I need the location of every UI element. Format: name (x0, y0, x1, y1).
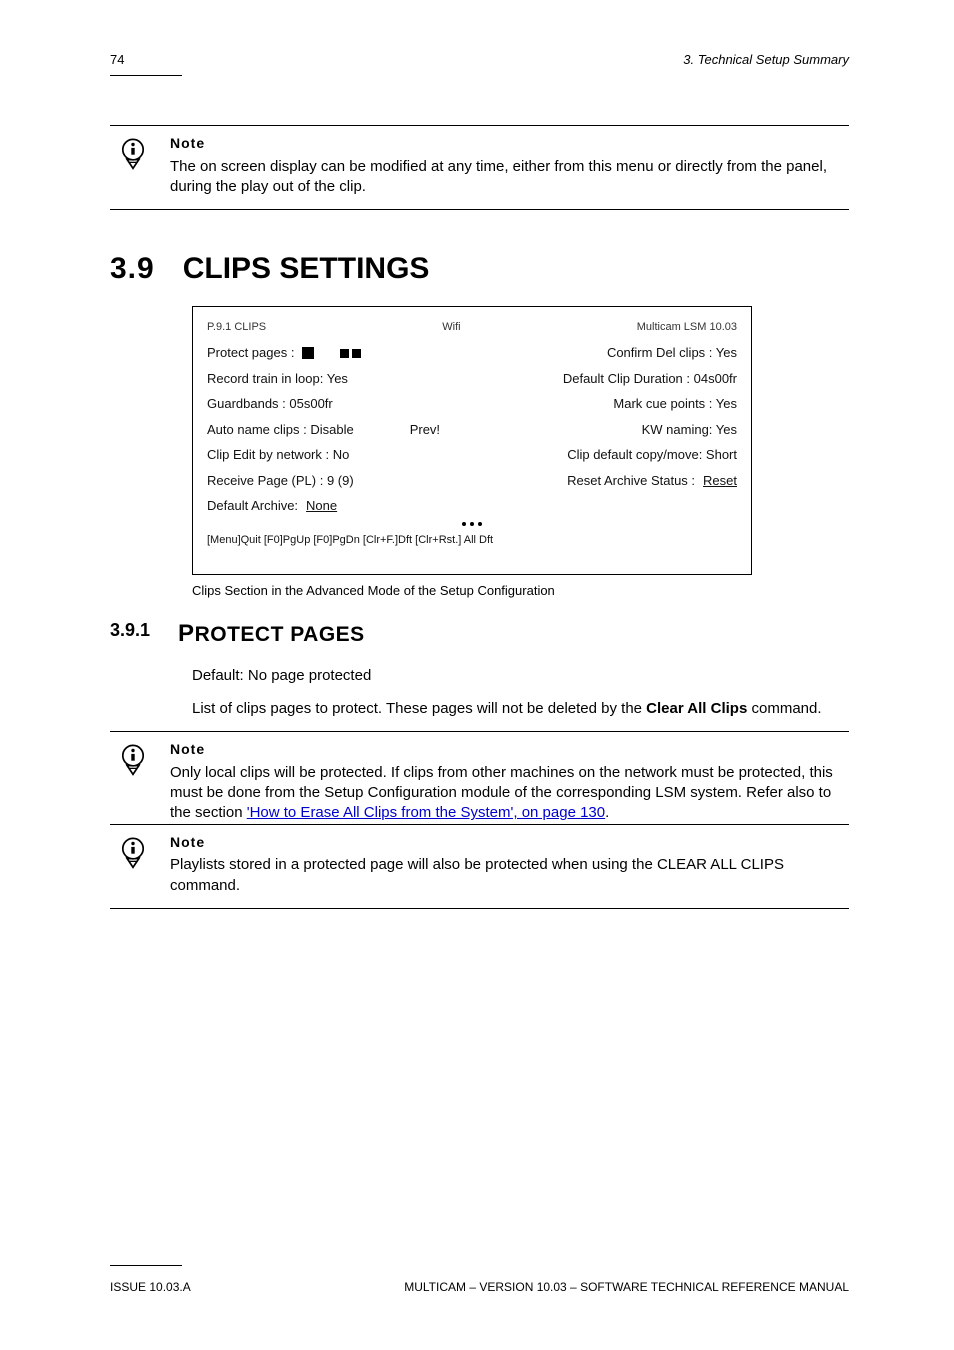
note-icon (116, 835, 150, 869)
figure-box: P.9.1 CLIPS Wifi Multicam LSM 10.03 Prot… (192, 306, 752, 575)
footer-rule (110, 1265, 182, 1266)
heading-title-first: P (178, 620, 195, 647)
note-block-2: Note Only local clips will be protected.… (110, 731, 849, 824)
fig-r6-left: Receive Page (PL) : 9 (9) (207, 471, 354, 491)
figure-row-2: Record train in loop: Yes Default Clip D… (207, 369, 737, 389)
fig-r3-right: Mark cue points : Yes (613, 394, 737, 414)
figure-row-4: Auto name clips : Disable Prev! KW namin… (207, 420, 737, 440)
square-pair-icon (340, 349, 361, 358)
figure-row-6: Receive Page (PL) : 9 (9) Reset Archive … (207, 471, 737, 491)
figure-row-nav (207, 522, 737, 526)
figure-title-right: Multicam LSM 10.03 (637, 321, 737, 333)
fig-nav: [Menu]Quit [F0]PgUp [F0]PgDn [Clr+F.]Dft… (207, 532, 493, 549)
dots-icon (462, 522, 482, 526)
figure-body: Protect pages : Confirm Del clips : Yes … (207, 343, 737, 548)
heading-3-9-1: 3.9.1 PROTECT PAGES (110, 620, 849, 648)
fig-r4-mid: Prev! (410, 420, 440, 440)
heading-title: CLIPS SETTINGS (183, 252, 430, 286)
footer-right: MULTICAM – VERSION 10.03 – SOFTWARE TECH… (404, 1280, 849, 1294)
footer: ISSUE 10.03.A MULTICAM – VERSION 10.03 –… (110, 1280, 849, 1294)
header-rule (110, 75, 182, 76)
heading-title: PROTECT PAGES (178, 620, 365, 648)
fig-r1-left: Protect pages : (207, 343, 294, 363)
heading-3-9: 3.9 CLIPS SETTINGS (110, 252, 849, 286)
note2-link2[interactable]: 130 (580, 804, 605, 821)
section-header: 3. Technical Setup Summary (683, 52, 849, 67)
note-label: Note (170, 833, 849, 852)
figure-wifi: Wifi (442, 321, 460, 333)
fig-r3-left: Guardbands : 05s00fr (207, 394, 333, 414)
note-text: Note Only local clips will be protected.… (170, 740, 849, 824)
note2-part2: . (605, 804, 609, 821)
fig-r7-left-link: None (306, 496, 337, 516)
note-icon (116, 136, 150, 170)
note-icon-cell (110, 740, 156, 824)
figure-nav-text: [Menu]Quit [F0]PgUp [F0]PgDn [Clr+F.]Dft… (207, 532, 737, 549)
fig-r1-right: Confirm Del clips : Yes (607, 343, 737, 363)
figure-title-left: P.9.1 CLIPS (207, 321, 266, 333)
note-body: Playlists stored in a protected page wil… (170, 855, 849, 896)
heading-title-rest: ROTECT PAGES (195, 623, 365, 646)
figure-row-5: Clip Edit by network : No Clip default c… (207, 445, 737, 465)
page-content: Note The on screen display can be modifi… (110, 125, 849, 909)
note-icon (116, 742, 150, 776)
note2-link1[interactable]: 'How to Erase All Clips from the System'… (247, 804, 580, 821)
fig-r7-left: Default Archive: (207, 496, 298, 516)
note-block-3: Note Playlists stored in a protected pag… (110, 824, 849, 909)
figure-row-7: Default Archive: None (207, 496, 737, 516)
note-body: The on screen display can be modified at… (170, 157, 849, 198)
note-body: Only local clips will be protected. If c… (170, 763, 849, 824)
note-text: Note Playlists stored in a protected pag… (170, 833, 849, 896)
heading-number: 3.9.1 (110, 620, 150, 648)
fig-r4-left: Auto name clips : Disable (207, 420, 354, 440)
note-block-1: Note The on screen display can be modifi… (110, 125, 849, 210)
fig-r5-left: Clip Edit by network : No (207, 445, 349, 465)
fig-r2-right: Default Clip Duration : 04s00fr (563, 369, 737, 389)
fig-r6-right-link: Reset (703, 471, 737, 491)
page-number: 74 (110, 52, 124, 67)
heading-number: 3.9 (110, 252, 155, 286)
figure-title-row: P.9.1 CLIPS Wifi Multicam LSM 10.03 (207, 321, 737, 343)
fig-r5-right: Clip default copy/move: Short (567, 445, 737, 465)
para-description: List of clips pages to protect. These pa… (192, 699, 849, 719)
fig-r6-right: Reset Archive Status : (567, 471, 695, 491)
note-text: Note The on screen display can be modifi… (170, 134, 849, 197)
fig-r4-right: KW naming: Yes (642, 420, 737, 440)
para2-part1: List of clips pages to protect. These pa… (192, 700, 646, 717)
fig-r2-left: Record train in loop: Yes (207, 369, 348, 389)
figure-row-3: Guardbands : 05s00fr Mark cue points : Y… (207, 394, 737, 414)
square-icon (302, 347, 314, 359)
note-label: Note (170, 134, 849, 153)
para2-part2: command. (747, 700, 821, 717)
note-label: Note (170, 740, 849, 759)
note-icon-cell (110, 833, 156, 896)
para-default: Default: No page protected (192, 666, 849, 686)
para2-bold: Clear All Clips (646, 700, 747, 717)
figure-row-1: Protect pages : Confirm Del clips : Yes (207, 343, 737, 363)
note-icon-cell (110, 134, 156, 197)
figure-caption: Clips Section in the Advanced Mode of th… (192, 583, 849, 598)
footer-left: ISSUE 10.03.A (110, 1280, 191, 1294)
